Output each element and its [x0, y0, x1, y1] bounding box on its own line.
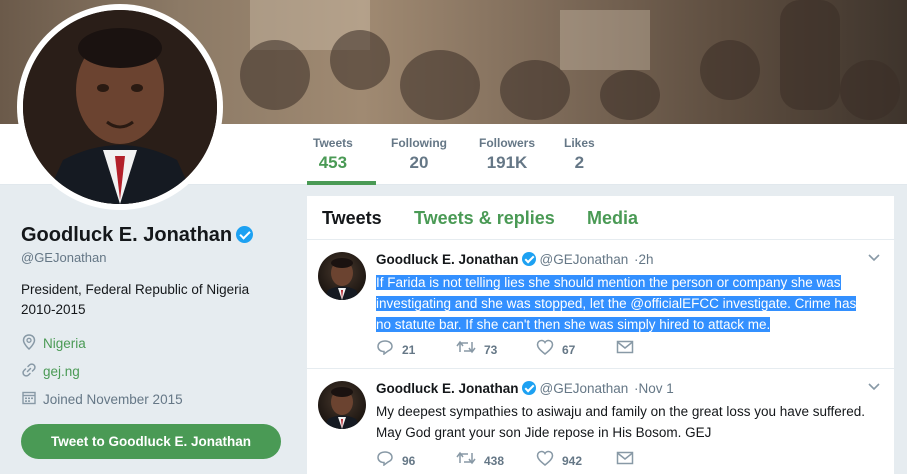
like-count: 67	[562, 342, 576, 357]
chevron-down-icon[interactable]	[868, 382, 882, 396]
tab-media[interactable]: Media	[587, 208, 638, 229]
retweet-button[interactable]: 438	[456, 450, 536, 471]
tweet-text-line: If Farida is not telling lies she should…	[376, 275, 841, 290]
timeline-tabs: Tweets Tweets & replies Media	[307, 196, 894, 240]
tweet-header: Goodluck E. Jonathan @GEJonathan ·Nov 1	[376, 381, 674, 396]
tweet-author-name[interactable]: Goodluck E. Jonathan	[376, 252, 519, 267]
verified-badge-icon	[236, 226, 254, 243]
tweet-text-line: My deepest sympathies to asiwaju and fam…	[376, 404, 866, 419]
tweet-author-handle[interactable]: @GEJonathan	[540, 381, 629, 396]
tweet-text-line: investigating and she was stopped, let t…	[376, 296, 857, 311]
stat-value: 453	[318, 153, 348, 172]
retweet-count: 73	[484, 342, 498, 357]
location-link[interactable]: Nigeria	[43, 336, 86, 351]
stat-label: Tweets	[313, 136, 353, 150]
reply-button[interactable]: 96	[376, 450, 456, 471]
profile-joined: Joined November 2015	[21, 390, 183, 408]
website-link[interactable]: gej.ng	[43, 364, 80, 379]
stat-following[interactable]: Following 20	[391, 136, 447, 173]
map-pin-icon	[21, 334, 37, 353]
tab-tweets-replies[interactable]: Tweets & replies	[414, 208, 555, 229]
profile-handle: @GEJonathan	[21, 250, 107, 265]
like-button[interactable]: 942	[536, 450, 616, 471]
reply-icon	[376, 339, 394, 360]
tweet-to-button[interactable]: Tweet to Goodluck E. Jonathan	[21, 424, 281, 459]
link-icon	[21, 362, 37, 381]
envelope-icon	[616, 451, 634, 470]
heart-icon	[536, 339, 554, 360]
stat-likes[interactable]: Likes 2	[564, 136, 595, 173]
tab-tweets[interactable]: Tweets	[322, 208, 382, 229]
tweet-item[interactable]: Goodluck E. Jonathan @GEJonathan ·2h If F…	[307, 241, 894, 369]
tweet-avatar[interactable]	[318, 381, 366, 429]
stat-label: Followers	[479, 136, 536, 150]
tweet-avatar[interactable]	[318, 252, 366, 300]
tweet-text: If Farida is not telling lies she should…	[376, 272, 886, 335]
profile-bio: President, Federal Republic of Nigeria 2…	[21, 282, 250, 317]
like-button[interactable]: 67	[536, 339, 616, 360]
calendar-icon	[21, 390, 37, 408]
tweet-header: Goodluck E. Jonathan @GEJonathan ·2h	[376, 252, 654, 267]
chevron-down-icon[interactable]	[868, 253, 882, 267]
portrait-image	[23, 10, 217, 204]
profile-name: Goodluck E. Jonathan	[21, 224, 254, 247]
stat-value: 2	[574, 153, 585, 172]
stat-value: 20	[409, 153, 429, 172]
tweet-text: My deepest sympathies to asiwaju and fam…	[376, 401, 886, 443]
stat-label: Following	[391, 136, 447, 150]
like-count: 942	[562, 453, 583, 468]
retweet-icon	[456, 450, 476, 471]
timeline: Tweets Tweets & replies Media Goodluck E…	[307, 196, 894, 474]
tweet-text-line: no statute bar. If she can't then she wa…	[376, 317, 771, 332]
joined-date: Joined November 2015	[43, 391, 183, 407]
profile-avatar[interactable]	[17, 4, 223, 210]
reply-button[interactable]: 21	[376, 339, 456, 360]
retweet-button[interactable]: 73	[456, 339, 536, 360]
verified-badge-icon	[521, 381, 536, 395]
tweet-text-line: May God grant your son Jide repose in Hi…	[376, 425, 712, 440]
tweet-author-handle[interactable]: @GEJonathan	[540, 252, 629, 267]
reply-count: 21	[402, 342, 416, 357]
stat-followers[interactable]: Followers 191K	[479, 136, 535, 173]
reply-icon	[376, 450, 394, 471]
profile-location: Nigeria	[21, 334, 86, 353]
profile-name-text: Goodluck E. Jonathan	[21, 224, 233, 246]
envelope-icon	[616, 340, 634, 359]
profile-website: gej.ng	[21, 362, 80, 381]
tweet-item[interactable]: Goodluck E. Jonathan @GEJonathan ·Nov 1 M…	[307, 370, 894, 474]
direct-message-button[interactable]	[616, 340, 696, 359]
retweet-count: 438	[484, 453, 505, 468]
stat-value: 191K	[486, 153, 528, 172]
active-stat-underline	[307, 181, 376, 185]
stat-tweets[interactable]: Tweets 453	[313, 136, 353, 173]
reply-count: 96	[402, 453, 416, 468]
verified-badge-icon	[521, 252, 536, 266]
retweet-icon	[456, 339, 476, 360]
tweet-timestamp[interactable]: ·Nov 1	[634, 381, 674, 396]
tweet-actions: 96 438 942	[376, 450, 696, 471]
tweet-actions: 21 73 67	[376, 339, 696, 360]
direct-message-button[interactable]	[616, 451, 696, 470]
tweet-author-name[interactable]: Goodluck E. Jonathan	[376, 381, 519, 396]
tweet-timestamp[interactable]: ·2h	[634, 252, 654, 267]
heart-icon	[536, 450, 554, 471]
stat-label: Likes	[564, 136, 595, 150]
